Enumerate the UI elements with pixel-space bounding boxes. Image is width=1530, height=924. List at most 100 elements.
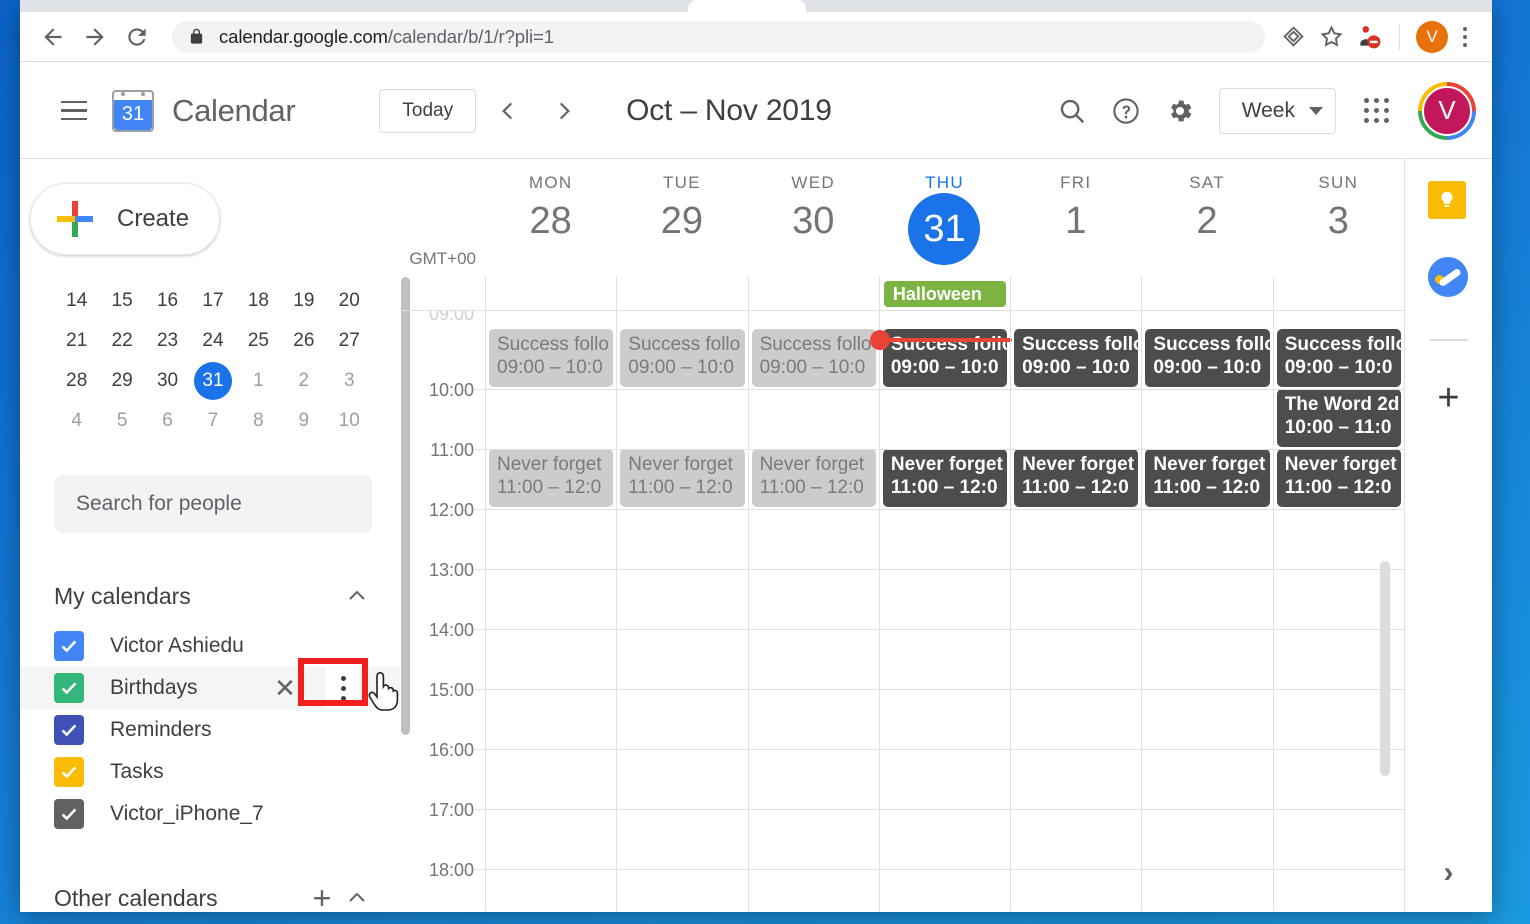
back-arrow-icon[interactable]	[32, 16, 74, 58]
day-number[interactable]: 29	[661, 202, 703, 240]
day-number[interactable]: 30	[792, 202, 834, 240]
calendar-event[interactable]: Success follo 09:00 – 10:0	[620, 329, 745, 387]
day-header[interactable]: MON 28	[485, 159, 616, 277]
sidebar-calendar-item[interactable]: Reminders	[20, 709, 400, 751]
mini-calendar-day[interactable]: 18	[236, 290, 281, 312]
calendar-event[interactable]: Success follo 09:00 – 10:0	[1145, 329, 1270, 387]
active-tab[interactable]	[688, 0, 806, 12]
mini-calendar-day[interactable]: 24	[190, 330, 235, 352]
calendar-event[interactable]: Success follo 09:00 – 10:0	[751, 329, 876, 387]
day-number[interactable]: 28	[530, 202, 572, 240]
all-day-cell[interactable]	[1272, 277, 1404, 310]
calendar-event[interactable]: Never forget 11:00 – 12:0	[1276, 449, 1401, 507]
address-bar[interactable]: calendar.google.com/calendar/b/1/r?pli=1	[172, 20, 1265, 53]
browser-profile-avatar[interactable]: V	[1414, 19, 1450, 55]
day-column[interactable]: Success follo 09:00 – 10:0 Never forget 11:…	[747, 311, 879, 911]
add-addon-icon[interactable]: +	[1437, 379, 1459, 417]
search-icon[interactable]	[1045, 84, 1099, 138]
day-column[interactable]: Success follo 09:00 – 10:0 Never forget 11:…	[616, 311, 747, 911]
day-number[interactable]: 3	[1328, 202, 1349, 240]
day-column[interactable]: Success follo 09:00 – 10:0 Never forget 11:…	[485, 311, 616, 911]
today-button[interactable]: Today	[379, 88, 477, 133]
apps-grid-icon[interactable]	[1350, 85, 1402, 137]
chevron-up-icon[interactable]	[342, 581, 372, 611]
gear-icon[interactable]	[1153, 84, 1207, 138]
day-column[interactable]: Success follo 09:00 – 10:0 Never forget 11:…	[1141, 311, 1272, 911]
reload-icon[interactable]	[116, 16, 158, 58]
day-column[interactable]: Success follo 09:00 – 10:0 Never forget 11:…	[869, 311, 1012, 911]
calendar-event[interactable]: Success follo 09:00 – 10:0	[489, 329, 614, 387]
mini-calendar-day[interactable]: 16	[145, 290, 190, 312]
mini-calendar-day[interactable]: 4	[54, 410, 99, 432]
person-blocked-icon[interactable]	[1351, 19, 1387, 55]
mini-calendar-day[interactable]: 10	[327, 410, 372, 432]
mini-calendar-day[interactable]: 17	[190, 290, 235, 312]
day-column[interactable]: Success follo 09:00 – 10:0 Never forget 11:…	[1010, 311, 1141, 911]
all-day-cell[interactable]	[1141, 277, 1272, 310]
mini-calendar-day[interactable]: 25	[236, 330, 281, 352]
sidebar-calendar-item[interactable]: Tasks	[20, 751, 400, 793]
mini-calendar-day[interactable]: 23	[145, 330, 190, 352]
mini-calendar-day[interactable]: 26	[281, 330, 326, 352]
create-button[interactable]: Create	[30, 183, 220, 255]
day-header[interactable]: FRI 1	[1010, 159, 1141, 277]
calendar-checkbox[interactable]	[54, 799, 84, 829]
help-icon[interactable]	[1099, 84, 1153, 138]
sidebar-calendar-item[interactable]: Birthdays ✕	[20, 658, 400, 711]
calendar-event[interactable]: Never forget 11:00 – 12:0	[1014, 449, 1139, 507]
forward-arrow-icon[interactable]	[74, 16, 116, 58]
mini-calendar-day[interactable]: 5	[99, 410, 144, 432]
mini-calendar-day[interactable]: 3	[327, 370, 372, 392]
mini-calendar-day[interactable]: 22	[99, 330, 144, 352]
all-day-cell[interactable]	[616, 277, 747, 310]
calendar-event[interactable]: The Word 2d 10:00 – 11:0	[1276, 389, 1401, 447]
other-calendars-header[interactable]: Other calendars +	[20, 869, 400, 912]
add-other-calendar-icon[interactable]: +	[302, 878, 342, 913]
all-day-cell[interactable]	[747, 277, 879, 310]
calendar-event[interactable]: Success follo 09:00 – 10:0	[1276, 329, 1401, 387]
day-number[interactable]: 1	[1065, 202, 1086, 240]
mini-calendar-day[interactable]: 20	[327, 290, 372, 312]
mini-calendar-day[interactable]: 19	[281, 290, 326, 312]
calendar-checkbox[interactable]	[54, 715, 84, 745]
chevron-up-icon[interactable]	[342, 883, 372, 912]
google-keep-icon[interactable]	[1427, 181, 1470, 223]
day-header[interactable]: SAT 2	[1141, 159, 1272, 277]
calendar-checkbox[interactable]	[54, 673, 84, 703]
chevron-right-icon[interactable]	[540, 87, 588, 135]
mini-calendar-day[interactable]: 6	[145, 410, 190, 432]
search-for-people-input[interactable]: Search for people	[54, 475, 372, 533]
day-header[interactable]: SUN 3	[1273, 159, 1404, 277]
chrome-menu-icon[interactable]	[1450, 19, 1480, 55]
day-number[interactable]: 31	[908, 193, 981, 265]
day-header[interactable]: TUE 29	[616, 159, 747, 277]
mini-calendar-day[interactable]: 28	[54, 370, 99, 392]
mini-calendar-day[interactable]: 2	[281, 370, 326, 392]
calendar-checkbox[interactable]	[54, 757, 84, 787]
cast-icon[interactable]	[1275, 19, 1311, 55]
mini-calendar-day[interactable]: 30	[145, 370, 190, 392]
calendar-event[interactable]: Never forget 11:00 – 12:0	[1145, 449, 1270, 507]
mini-calendar-day[interactable]: 27	[327, 330, 372, 352]
mini-calendar-day[interactable]: 8	[236, 410, 281, 432]
calendar-event[interactable]: Never forget 11:00 – 12:0	[751, 449, 876, 507]
hamburger-menu-icon[interactable]	[50, 87, 98, 135]
mini-calendar-day[interactable]: 7	[190, 410, 235, 432]
my-calendars-header[interactable]: My calendars	[20, 567, 400, 625]
mini-calendar-day[interactable]: 14	[54, 290, 99, 312]
calendar-event[interactable]: Never forget 11:00 – 12:0	[620, 449, 745, 507]
calendar-event[interactable]: Success follo 09:00 – 10:0	[1014, 329, 1139, 387]
calendar-checkbox[interactable]	[54, 631, 84, 661]
chevron-left-icon[interactable]	[484, 87, 532, 135]
all-day-event[interactable]: Halloween	[883, 281, 1007, 307]
mini-calendar-day[interactable]: 9	[281, 410, 326, 432]
close-icon[interactable]: ✕	[270, 673, 300, 703]
day-number[interactable]: 2	[1196, 202, 1217, 240]
day-header[interactable]: WED 30	[748, 159, 879, 277]
mini-calendar-day[interactable]: 1	[236, 370, 281, 392]
calendar-event[interactable]: Never forget 11:00 – 12:0	[882, 449, 1008, 507]
sidebar-calendar-item[interactable]: Victor_iPhone_7	[20, 793, 400, 835]
grid-scrollbar[interactable]	[1380, 561, 1390, 776]
day-header[interactable]: THU 31	[879, 159, 1010, 277]
mini-calendar-day[interactable]: 31	[190, 362, 235, 400]
